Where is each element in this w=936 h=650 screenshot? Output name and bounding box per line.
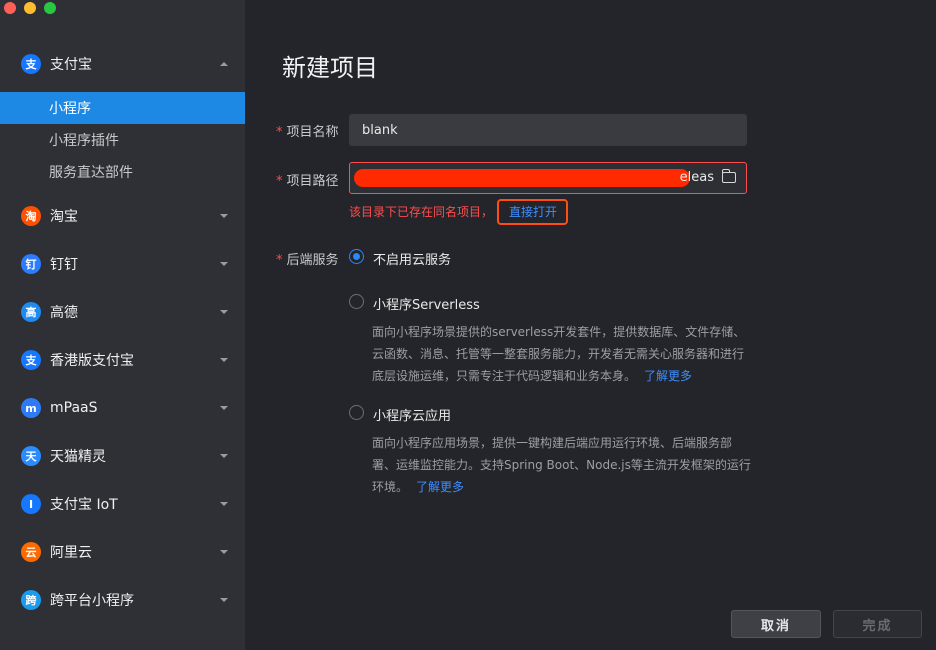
cancel-button[interactable]: 取消 bbox=[731, 610, 821, 638]
folder-open-icon[interactable] bbox=[722, 169, 736, 183]
path-field-label: * 项目路径 bbox=[276, 174, 339, 189]
chevron-down-icon bbox=[220, 406, 228, 410]
amap-icon: 高 bbox=[21, 302, 41, 322]
chevron-down-icon bbox=[220, 502, 228, 506]
sidebar-group-cross-platform[interactable]: 跨 跨平台小程序 bbox=[0, 576, 245, 624]
sidebar-group-taobao[interactable]: 淘 淘宝 bbox=[0, 192, 245, 240]
radio-cloud-app-label: 小程序云应用 bbox=[373, 409, 452, 424]
chevron-down-icon bbox=[220, 310, 228, 314]
alipayhk-icon: 支 bbox=[21, 350, 41, 370]
minimize-window-button[interactable] bbox=[24, 2, 36, 14]
serverless-learn-more-link[interactable]: 了解更多 bbox=[644, 369, 692, 383]
sidebar-group-alipay-iot[interactable]: I 支付宝 IoT bbox=[0, 480, 245, 528]
path-error-message: 该目录下已存在同名项目， bbox=[349, 205, 494, 219]
redacted-path bbox=[354, 169, 690, 187]
radio-no-cloud-label: 不启用云服务 bbox=[373, 253, 452, 268]
chevron-down-icon bbox=[220, 214, 228, 218]
radio-serverless-label: 小程序Serverless bbox=[373, 298, 480, 313]
chevron-down-icon bbox=[220, 598, 228, 602]
chevron-down-icon bbox=[220, 262, 228, 266]
cross-platform-icon: 跨 bbox=[21, 590, 41, 610]
serverless-description: 面向小程序场景提供的serverless开发套件，提供数据库、文件存储、云函数、… bbox=[372, 325, 746, 383]
radio-cloud-app[interactable] bbox=[349, 405, 364, 420]
name-field-label: * 项目名称 bbox=[276, 125, 339, 140]
chevron-down-icon bbox=[220, 550, 228, 554]
sidebar-group-aliyun[interactable]: 云 阿里云 bbox=[0, 528, 245, 576]
zoom-window-button[interactable] bbox=[44, 2, 56, 14]
tmall-genie-icon: 天 bbox=[21, 446, 41, 466]
sidebar-group-label: 香港版支付宝 bbox=[50, 353, 134, 369]
project-path-input[interactable]: eleas bbox=[349, 162, 747, 194]
sidebar-group-amap[interactable]: 高 高德 bbox=[0, 288, 245, 336]
sidebar-group-label: 天猫精灵 bbox=[50, 449, 106, 465]
chevron-up-icon bbox=[220, 62, 228, 66]
sidebar-group-tmall-genie[interactable]: 天 天猫精灵 bbox=[0, 432, 245, 480]
sidebar-item-plugin[interactable]: 小程序插件 bbox=[0, 124, 245, 156]
mpaas-icon: m bbox=[21, 398, 41, 418]
close-window-button[interactable] bbox=[4, 2, 16, 14]
alipay-iot-icon: I bbox=[21, 494, 41, 514]
sidebar-group-mpaas[interactable]: m mPaaS bbox=[0, 384, 245, 432]
sidebar-group-label: 支付宝 bbox=[50, 57, 92, 73]
sidebar-item-service-widget[interactable]: 服务直达部件 bbox=[0, 156, 245, 188]
sidebar: 支 支付宝 小程序 小程序插件 服务直达部件 淘 淘宝 钉 钉钉 高 高德 支 … bbox=[0, 0, 245, 650]
sidebar-group-label: 高德 bbox=[50, 305, 78, 321]
backend-field-label: * 后端服务 bbox=[276, 253, 339, 268]
project-name-value: blank bbox=[362, 122, 398, 138]
sidebar-group-alipay[interactable]: 支 支付宝 bbox=[0, 40, 245, 88]
sidebar-group-label: 阿里云 bbox=[50, 545, 92, 561]
chevron-down-icon bbox=[220, 454, 228, 458]
project-name-input[interactable]: blank bbox=[349, 114, 747, 146]
sidebar-group-label: mPaaS bbox=[50, 400, 98, 416]
done-button[interactable]: 完成 bbox=[833, 610, 922, 638]
sidebar-group-dingtalk[interactable]: 钉 钉钉 bbox=[0, 240, 245, 288]
radio-serverless[interactable] bbox=[349, 294, 364, 309]
sidebar-group-label: 支付宝 IoT bbox=[50, 497, 118, 513]
dingtalk-icon: 钉 bbox=[21, 254, 41, 274]
open-directly-link[interactable]: 直接打开 bbox=[509, 203, 557, 220]
alipay-icon: 支 bbox=[21, 54, 41, 74]
sidebar-group-label: 钉钉 bbox=[50, 257, 78, 273]
new-project-panel: 新建项目 * 项目名称 blank * 项目路径 eleas 该目录下已存在同名项目… bbox=[245, 0, 936, 650]
taobao-icon: 淘 bbox=[21, 206, 41, 226]
sidebar-group-label: 淘宝 bbox=[50, 209, 78, 225]
cloud-app-description: 面向小程序应用场景，提供一键构建后端应用运行环境、后端服务部署、运维监控能力。支… bbox=[372, 436, 751, 494]
cloud-app-learn-more-link[interactable]: 了解更多 bbox=[416, 480, 464, 494]
window-controls bbox=[4, 2, 56, 14]
project-path-tail: eleas bbox=[679, 170, 714, 185]
chevron-down-icon bbox=[220, 358, 228, 362]
sidebar-group-label: 跨平台小程序 bbox=[50, 593, 134, 609]
sidebar-group-alipay-hk[interactable]: 支 香港版支付宝 bbox=[0, 336, 245, 384]
aliyun-icon: 云 bbox=[21, 542, 41, 562]
sidebar-item-miniprogram[interactable]: 小程序 bbox=[0, 92, 245, 124]
page-title: 新建项目 bbox=[282, 54, 378, 82]
radio-no-cloud[interactable] bbox=[349, 249, 364, 264]
